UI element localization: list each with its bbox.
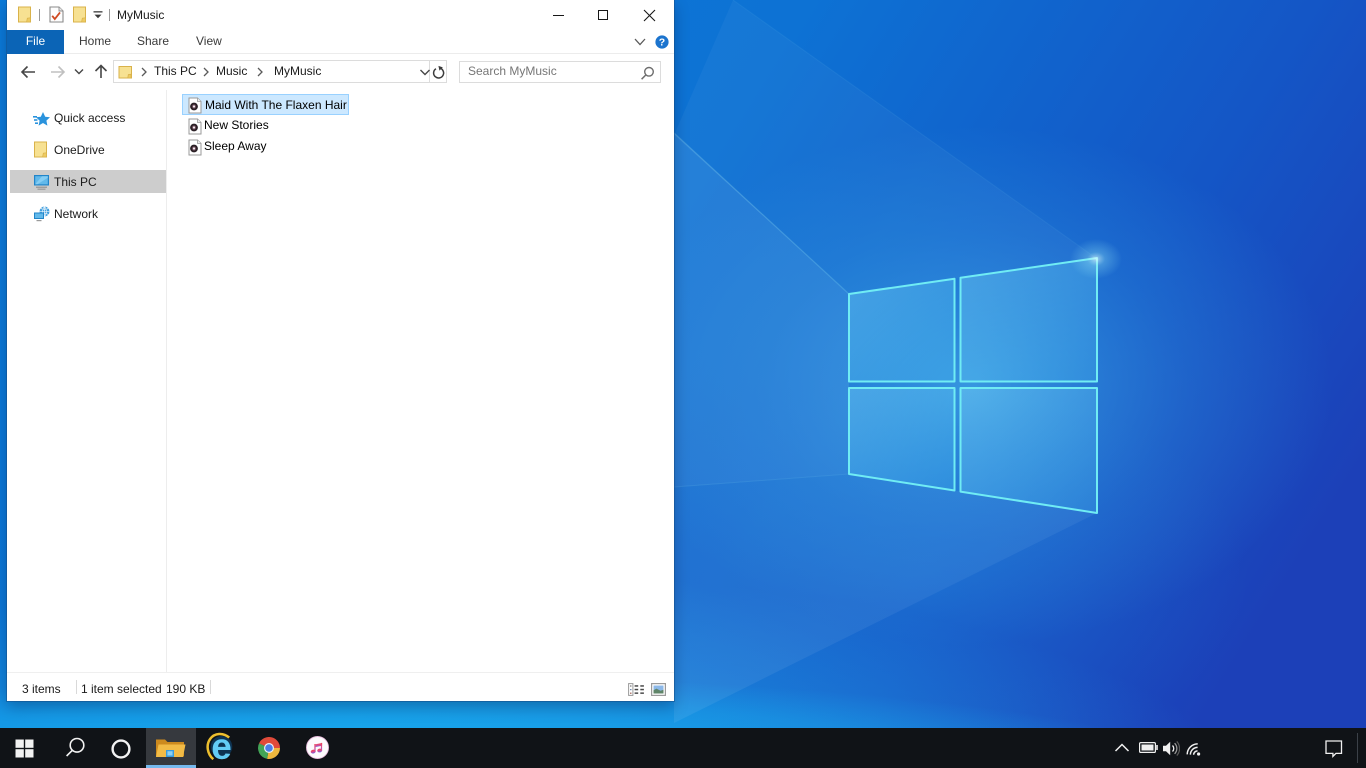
svg-text:?: ? [659, 36, 665, 48]
